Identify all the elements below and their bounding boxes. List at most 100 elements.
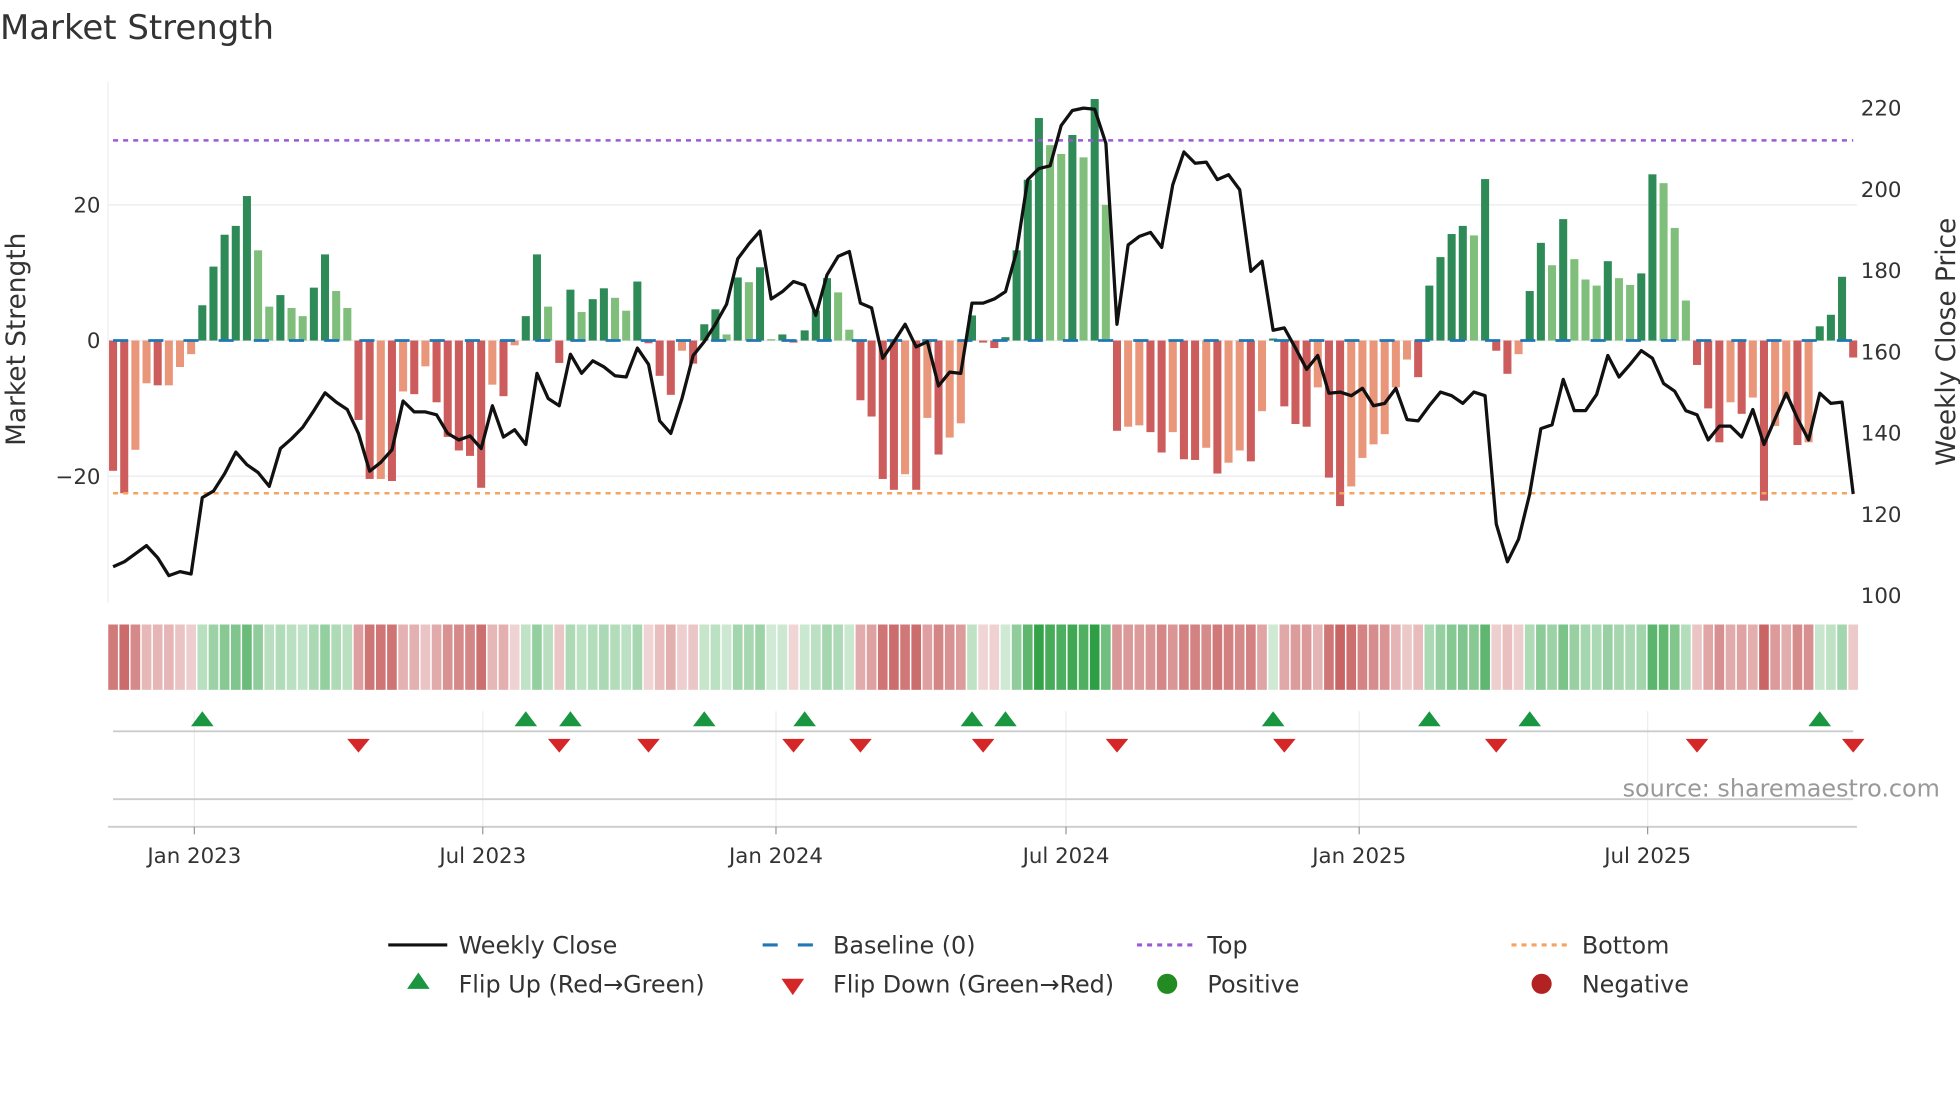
strip-cell xyxy=(1067,624,1078,690)
strength-bar xyxy=(622,310,631,341)
strip-cell xyxy=(721,624,732,690)
strip-cell xyxy=(1268,624,1278,690)
strip-cell xyxy=(197,624,208,690)
flip-up-marker xyxy=(793,711,816,727)
right-tick-label: 200 xyxy=(1861,178,1902,203)
strip-cell xyxy=(164,624,174,690)
strip-cell xyxy=(1814,624,1825,690)
strength-bar xyxy=(142,340,151,384)
strip-cell xyxy=(755,624,765,690)
strip-cell xyxy=(1457,624,1468,690)
strength-bar xyxy=(187,340,196,355)
strip-cell xyxy=(1134,624,1145,690)
strip-cell xyxy=(1257,624,1267,690)
strip-cell xyxy=(1279,624,1290,690)
strength-bar xyxy=(1436,257,1445,341)
legend-label: Weekly Close xyxy=(459,932,618,960)
strength-bar xyxy=(1336,340,1345,507)
strength-bar xyxy=(1257,340,1267,412)
strength-bar xyxy=(1391,340,1400,388)
strip-cell xyxy=(297,624,308,690)
strength-bar xyxy=(1670,227,1679,341)
strip-cell xyxy=(498,624,509,690)
strength-bar xyxy=(1614,278,1623,341)
strength-bar xyxy=(421,340,430,367)
legend-item-negative: Negative xyxy=(1531,971,1689,999)
legend-label: Negative xyxy=(1582,971,1689,999)
strength-bar xyxy=(1425,285,1434,341)
flip-down-marker xyxy=(971,738,995,753)
flip-down-marker xyxy=(547,738,571,753)
strength-bar xyxy=(577,312,586,341)
strength-bar xyxy=(410,340,419,395)
strip-cell xyxy=(264,624,275,690)
strength-bar xyxy=(1213,340,1222,474)
flip-down-marker xyxy=(849,738,872,753)
strength-bar xyxy=(399,340,408,392)
strength-bar xyxy=(1469,235,1478,341)
strength-bar xyxy=(655,340,664,376)
strength-bar xyxy=(945,340,954,438)
strength-bar xyxy=(1146,340,1155,433)
strip-cell xyxy=(1569,624,1580,690)
strip-cell xyxy=(141,624,152,690)
strength-bar xyxy=(1481,179,1490,341)
legend-label: Flip Down (Green→Red) xyxy=(833,971,1114,999)
legend-item-flip-up: Flip Up (Red→Green) xyxy=(407,971,705,999)
strength-bar xyxy=(733,277,742,341)
right-tick-label: 100 xyxy=(1861,584,1902,609)
right-tick-label: 220 xyxy=(1861,97,1902,122)
strip-cell xyxy=(1703,624,1714,690)
strip-cell xyxy=(1536,624,1546,690)
strip-cell xyxy=(1725,624,1736,690)
strength-bar xyxy=(1246,340,1255,462)
flip-down-marker xyxy=(1685,738,1709,753)
strip-cell xyxy=(877,624,888,690)
strip-cell xyxy=(1301,624,1312,690)
strength-bar xyxy=(1135,340,1144,426)
strip-cell xyxy=(1402,624,1412,690)
strength-bar xyxy=(231,225,240,341)
legend-item-top: Top xyxy=(1137,932,1248,960)
strip-cell xyxy=(420,624,431,690)
strip-cell xyxy=(1803,624,1814,690)
strip-cell xyxy=(1078,624,1089,690)
strength-bar xyxy=(1693,340,1702,365)
strip-cell xyxy=(967,624,977,690)
right-tick-label: 160 xyxy=(1861,340,1902,365)
strip-cell xyxy=(465,624,475,690)
strip-cell xyxy=(855,624,866,690)
strength-bar xyxy=(1101,204,1110,341)
strip-cell xyxy=(1692,624,1702,690)
strip-cell xyxy=(1156,624,1167,690)
strength-bar xyxy=(756,267,765,341)
strength-bar xyxy=(878,340,887,479)
strip-cell xyxy=(1089,624,1100,690)
strip-cell xyxy=(431,624,442,690)
legend-label: Top xyxy=(1206,932,1247,960)
strength-bar xyxy=(611,297,620,341)
flip-down-marker xyxy=(1484,738,1508,753)
strip-cell xyxy=(1167,624,1178,690)
strip-cell xyxy=(944,624,955,690)
green-dot-icon xyxy=(1157,973,1178,994)
strength-bar xyxy=(1659,183,1668,341)
strength-bar xyxy=(332,291,341,341)
x-tick-label: Jan 2024 xyxy=(727,844,823,869)
x-tick-label: Jan 2025 xyxy=(1310,844,1406,869)
strip-cell xyxy=(1714,624,1725,690)
strip-cell xyxy=(387,624,397,690)
strength-bar xyxy=(544,306,553,341)
flip-down-marker xyxy=(637,738,660,753)
flip-down-marker xyxy=(1105,738,1129,753)
x-tick-label: Jan 2023 xyxy=(145,844,241,869)
strength-bar xyxy=(677,340,686,351)
strip-cell xyxy=(1826,624,1836,690)
left-tick-label: 20 xyxy=(73,193,100,218)
strength-bar xyxy=(1826,314,1835,341)
strip-cell xyxy=(956,624,966,690)
strip-cell xyxy=(509,624,520,690)
strength-bar xyxy=(1358,340,1367,458)
strength-bar xyxy=(934,340,943,455)
strength-bar xyxy=(1369,340,1378,445)
